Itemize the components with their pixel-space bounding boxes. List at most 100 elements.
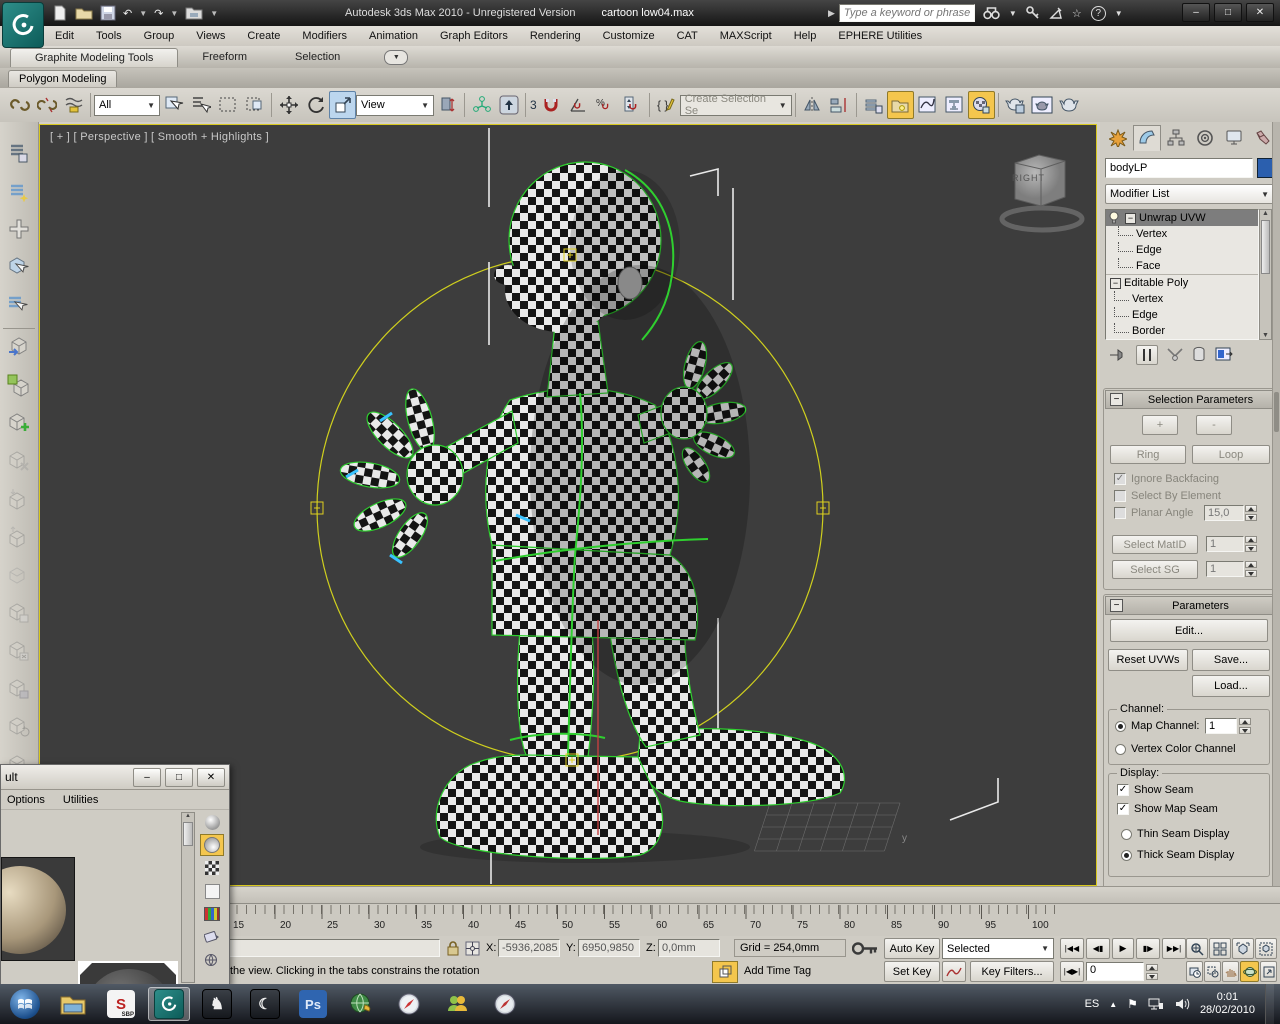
stack-item-editable-poly[interactable]: −Editable Poly	[1106, 274, 1258, 291]
delete-poly-icon[interactable]	[4, 447, 34, 477]
thin-seam-display-radio[interactable]: Thin Seam Display	[1121, 828, 1229, 840]
use-pivot-point-center-icon[interactable]	[434, 91, 461, 119]
planar-angle-spinner[interactable]	[1245, 505, 1257, 521]
motion-panel-tab[interactable]	[1191, 125, 1219, 151]
tray-network-icon[interactable]	[1148, 997, 1164, 1011]
pin-stack-icon[interactable]	[1108, 346, 1128, 364]
communication-center-icon[interactable]	[1049, 6, 1063, 20]
zoom-all-icon[interactable]	[1209, 938, 1231, 959]
window-minimize-button[interactable]: –	[1182, 3, 1210, 22]
show-end-result-icon[interactable]	[1136, 345, 1158, 365]
quick-access-customize-icon[interactable]: ▼	[210, 9, 218, 18]
command-panel-scrollbar-thumb[interactable]	[1274, 392, 1279, 432]
backlight-icon[interactable]	[200, 834, 224, 856]
box-remove-icon[interactable]	[4, 637, 34, 667]
current-frame-spinner[interactable]	[1146, 964, 1158, 980]
make-preview-icon[interactable]	[200, 926, 224, 948]
box-modifier-icon[interactable]	[4, 599, 34, 629]
auto-key-button[interactable]: Auto Key	[884, 938, 940, 959]
search-binoculars-icon[interactable]	[983, 6, 1000, 20]
tray-action-center-flag-icon[interactable]: ⚑	[1127, 997, 1138, 1011]
key-mode-toggle-icon[interactable]: |◀▶|	[1060, 961, 1084, 982]
mated-close-button[interactable]: ✕	[197, 768, 225, 787]
collapse-up-icon[interactable]	[4, 523, 34, 553]
search-options-dropdown-icon[interactable]: ▼	[1009, 9, 1017, 18]
menu-edit[interactable]: Edit	[44, 27, 85, 45]
stack-item-edge[interactable]: Edge	[1106, 242, 1258, 258]
graphite-ribbon-toggle-icon[interactable]	[887, 91, 914, 119]
redo-icon[interactable]: ↷	[154, 7, 163, 20]
vertex-color-channel-radio[interactable]: Vertex Color Channel	[1115, 743, 1236, 755]
box-refresh-icon[interactable]	[4, 713, 34, 743]
mated-scrollbar[interactable]: ▲	[181, 812, 195, 983]
highlight-selection-icon[interactable]	[4, 176, 34, 206]
taskbar-safari-2[interactable]	[484, 987, 526, 1021]
taskbar-explorer[interactable]	[52, 987, 94, 1021]
window-close-button[interactable]: ✕	[1246, 3, 1274, 22]
create-poly-icon[interactable]	[4, 409, 34, 439]
ribbon-minimize-toggle-icon[interactable]: ▼	[384, 50, 408, 65]
material-slot-1[interactable]	[1, 857, 75, 961]
object-name-field[interactable]: bodyLP	[1105, 158, 1253, 178]
render-setup-icon[interactable]	[1002, 91, 1029, 119]
help-dropdown-icon[interactable]: ▼	[1115, 9, 1123, 18]
mated-maximize-button[interactable]: □	[165, 768, 193, 787]
save-file-icon[interactable]	[100, 5, 116, 21]
zoom-extents-icon[interactable]	[1232, 938, 1254, 959]
stack-item-edge2[interactable]: Edge	[1106, 307, 1258, 323]
ring-button[interactable]: Ring	[1110, 445, 1186, 464]
taskbar-app-dark2[interactable]: ☾	[244, 987, 286, 1021]
selection-parameters-header[interactable]: − Selection Parameters	[1105, 390, 1275, 409]
named-selection-sets-dropdown[interactable]: Create Selection Se▼	[680, 95, 792, 116]
tray-volume-icon[interactable]	[1174, 997, 1190, 1011]
keyboard-shortcut-override-icon[interactable]	[495, 91, 522, 119]
menu-cat[interactable]: CAT	[666, 27, 709, 45]
grow-selection-button[interactable]: +	[1142, 415, 1178, 435]
start-button[interactable]	[4, 987, 46, 1021]
menu-modifiers[interactable]: Modifiers	[291, 27, 358, 45]
mated-scrollbar-thumb[interactable]	[183, 822, 193, 846]
play-animation-icon[interactable]: ▶	[1112, 938, 1134, 959]
selection-filter-dropdown[interactable]: All▼	[94, 95, 160, 116]
menu-rendering[interactable]: Rendering	[519, 27, 592, 45]
reference-coordinate-dropdown[interactable]: View▼	[356, 95, 434, 116]
menu-maxscript[interactable]: MAXScript	[709, 27, 783, 45]
taskbar-messenger[interactable]	[436, 987, 478, 1021]
previous-frame-icon[interactable]: ◀▮	[1086, 938, 1110, 959]
open-file-icon[interactable]	[75, 5, 93, 21]
next-frame-icon[interactable]: ▮▶	[1136, 938, 1160, 959]
viewcube-face-label[interactable]: RIGHT	[1012, 173, 1045, 183]
rendered-frame-window-icon[interactable]	[1029, 91, 1056, 119]
y-coordinate-field[interactable]: 6950,9850	[578, 939, 640, 957]
ribbon-tab-graphite[interactable]: Graphite Modeling Tools	[10, 48, 178, 67]
show-seam-checkbox[interactable]: ✓Show Seam	[1117, 784, 1193, 796]
redo-dropdown-icon[interactable]: ▼	[170, 9, 178, 18]
configure-modifier-sets-icon[interactable]	[1214, 346, 1234, 364]
stack-item-unwrap-uvw[interactable]: − Unwrap UVW	[1106, 210, 1258, 226]
viewport-label[interactable]: [ + ] [ Perspective ] [ Smooth + Highlig…	[50, 131, 269, 143]
absolute-offset-mode-icon[interactable]	[464, 940, 481, 957]
modifier-onoff-bulb-icon[interactable]	[1108, 211, 1120, 225]
select-and-manipulate-icon[interactable]	[468, 91, 495, 119]
ignore-backfacing-checkbox[interactable]: ✓Ignore Backfacing	[1114, 473, 1219, 485]
save-uvws-button[interactable]: Save...	[1192, 649, 1270, 671]
select-by-element-checkbox[interactable]: Select By Element	[1114, 490, 1221, 502]
sample-type-icon[interactable]	[200, 811, 224, 833]
map-channel-field[interactable]: 1	[1205, 718, 1237, 734]
project-folder-icon[interactable]	[185, 5, 203, 21]
matid-field[interactable]: 1	[1206, 536, 1244, 552]
unlink-selection-icon[interactable]	[33, 91, 60, 119]
tray-language[interactable]: ES	[1085, 998, 1100, 1010]
maximize-viewport-toggle-icon[interactable]	[1260, 961, 1277, 982]
stack-item-face[interactable]: Face	[1106, 258, 1258, 274]
rollout-collapse-icon[interactable]: −	[1110, 393, 1123, 406]
taskbar-photoshop[interactable]: Ps	[292, 987, 334, 1021]
taskbar-app-dark1[interactable]: ♞	[196, 987, 238, 1021]
map-channel-radio[interactable]: Map Channel:	[1115, 720, 1200, 732]
show-desktop-button[interactable]	[1265, 984, 1274, 1024]
command-panel-scrollbar[interactable]	[1272, 122, 1280, 936]
select-and-link-icon[interactable]	[6, 91, 33, 119]
help-icon[interactable]: ?	[1091, 6, 1106, 21]
sample-uv-tiling-icon[interactable]	[200, 880, 224, 902]
select-and-rotate-icon[interactable]	[302, 91, 329, 119]
